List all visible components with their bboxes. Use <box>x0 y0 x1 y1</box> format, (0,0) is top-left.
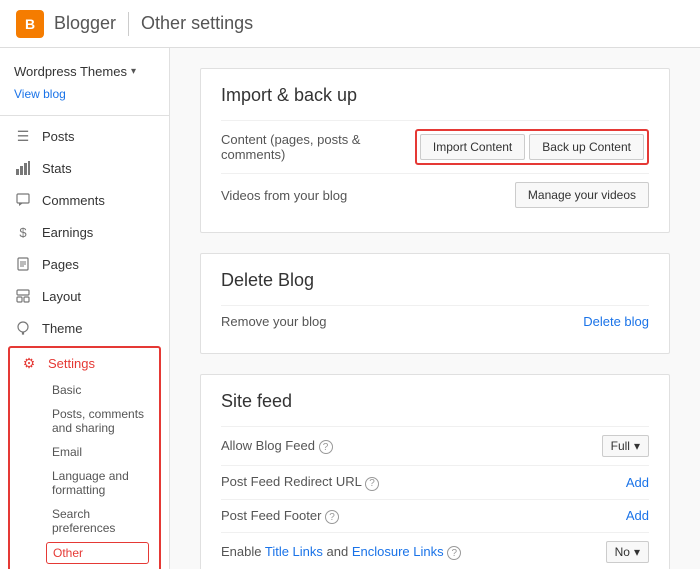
app-name: Blogger <box>54 13 116 34</box>
post-feed-redirect-actions: Add <box>626 475 649 490</box>
sidebar-item-label: Theme <box>42 321 82 336</box>
theme-icon <box>14 319 32 337</box>
main-content: Import & back up Content (pages, posts &… <box>170 48 700 569</box>
section-delete-blog: Delete Blog Remove your blog Delete blog <box>200 253 670 354</box>
sidebar-sub-other[interactable]: Other <box>46 542 149 564</box>
earnings-icon: $ <box>14 223 32 241</box>
title-links-label: Enable Title Links and Enclosure Links ? <box>221 544 590 561</box>
allow-blog-feed-actions: Full ▾ <box>602 435 649 457</box>
settings-gear-icon: ⚙ <box>20 354 38 372</box>
import-content-button[interactable]: Import Content <box>420 134 525 160</box>
sidebar-item-theme[interactable]: Theme <box>0 312 169 344</box>
post-feed-footer-help[interactable]: ? <box>325 510 339 524</box>
content-row-label: Content (pages, posts & comments) <box>221 132 399 162</box>
allow-blog-feed-row: Allow Blog Feed ? Full ▾ <box>221 426 649 465</box>
remove-blog-row: Remove your blog Delete blog <box>221 305 649 337</box>
sidebar-item-label: Settings <box>48 356 95 371</box>
sidebar-item-label: Stats <box>42 161 72 176</box>
import-backup-buttons: Import Content Back up Content <box>415 129 649 165</box>
post-feed-footer-label: Post Feed Footer ? <box>221 508 610 525</box>
manage-videos-actions: Manage your videos <box>515 182 649 208</box>
sidebar-item-layout[interactable]: Layout <box>0 280 169 312</box>
header: B Blogger Other settings <box>0 0 700 48</box>
settings-section-box: ⚙ Settings Basic Posts, comments and sha… <box>8 346 161 569</box>
sidebar-sub-basic[interactable]: Basic <box>10 378 159 402</box>
sidebar-item-label: Comments <box>42 193 105 208</box>
post-feed-redirect-help[interactable]: ? <box>365 477 379 491</box>
pages-icon <box>14 255 32 273</box>
allow-blog-feed-help[interactable]: ? <box>319 440 333 454</box>
page-title: Other settings <box>141 13 253 34</box>
sidebar-item-comments[interactable]: Comments <box>0 184 169 216</box>
header-divider <box>128 12 129 36</box>
comments-icon <box>14 191 32 209</box>
videos-row: Videos from your blog Manage your videos <box>221 173 649 216</box>
section-site-feed: Site feed Allow Blog Feed ? Full ▾ Post … <box>200 374 670 569</box>
posts-icon: ☰ <box>14 127 32 145</box>
backup-content-button[interactable]: Back up Content <box>529 134 644 160</box>
chevron-down-icon: ▾ <box>634 439 640 453</box>
sidebar-sub-language[interactable]: Language and formatting <box>10 464 159 502</box>
sidebar-item-pages[interactable]: Pages <box>0 248 169 280</box>
layout: Wordpress Themes ▾ View blog ☰ Posts Sta… <box>0 48 700 569</box>
videos-row-label: Videos from your blog <box>221 188 499 203</box>
section-title-sitefeed: Site feed <box>221 391 649 412</box>
section-import-backup: Import & back up Content (pages, posts &… <box>200 68 670 233</box>
sidebar-item-settings[interactable]: ⚙ Settings <box>10 348 159 378</box>
allow-blog-feed-label: Allow Blog Feed ? <box>221 438 586 455</box>
sidebar-sub-email[interactable]: Email <box>10 440 159 464</box>
sidebar-item-posts[interactable]: ☰ Posts <box>0 120 169 152</box>
view-blog-link[interactable]: View blog <box>0 85 169 111</box>
delete-blog-link[interactable]: Delete blog <box>583 314 649 329</box>
title-links-select[interactable]: No ▾ <box>606 541 649 563</box>
manage-videos-button[interactable]: Manage your videos <box>515 182 649 208</box>
sidebar-item-label: Posts <box>42 129 75 144</box>
sidebar-item-label: Layout <box>42 289 81 304</box>
stats-icon <box>14 159 32 177</box>
sidebar-divider <box>0 115 169 116</box>
title-links-actions: No ▾ <box>606 541 649 563</box>
post-feed-redirect-row: Post Feed Redirect URL ? Add <box>221 465 649 499</box>
blogger-logo[interactable]: B <box>16 10 44 38</box>
sidebar-sub-posts-comments[interactable]: Posts, comments and sharing <box>10 402 159 440</box>
chevron-down-icon: ▾ <box>634 545 640 559</box>
remove-blog-label: Remove your blog <box>221 314 567 329</box>
content-row: Content (pages, posts & comments) Import… <box>221 120 649 173</box>
title-links-row: Enable Title Links and Enclosure Links ?… <box>221 532 649 569</box>
sidebar-item-label: Earnings <box>42 225 93 240</box>
sidebar-item-label: Pages <box>42 257 79 272</box>
sidebar-item-earnings[interactable]: $ Earnings <box>0 216 169 248</box>
post-feed-footer-actions: Add <box>626 508 649 523</box>
chevron-down-icon: ▾ <box>131 66 136 77</box>
blog-selector[interactable]: Wordpress Themes ▾ <box>0 58 169 85</box>
post-feed-footer-add[interactable]: Add <box>626 508 649 523</box>
sidebar-item-stats[interactable]: Stats <box>0 152 169 184</box>
post-feed-footer-row: Post Feed Footer ? Add <box>221 499 649 533</box>
title-links-help[interactable]: ? <box>447 546 461 560</box>
sidebar-sub-search[interactable]: Search preferences <box>10 502 159 540</box>
allow-blog-feed-select[interactable]: Full ▾ <box>602 435 649 457</box>
delete-blog-actions: Delete blog <box>583 314 649 329</box>
sidebar: Wordpress Themes ▾ View blog ☰ Posts Sta… <box>0 48 170 569</box>
post-feed-redirect-add[interactable]: Add <box>626 475 649 490</box>
section-title-import: Import & back up <box>221 85 649 106</box>
post-feed-redirect-label: Post Feed Redirect URL ? <box>221 474 610 491</box>
section-title-delete: Delete Blog <box>221 270 649 291</box>
layout-icon <box>14 287 32 305</box>
